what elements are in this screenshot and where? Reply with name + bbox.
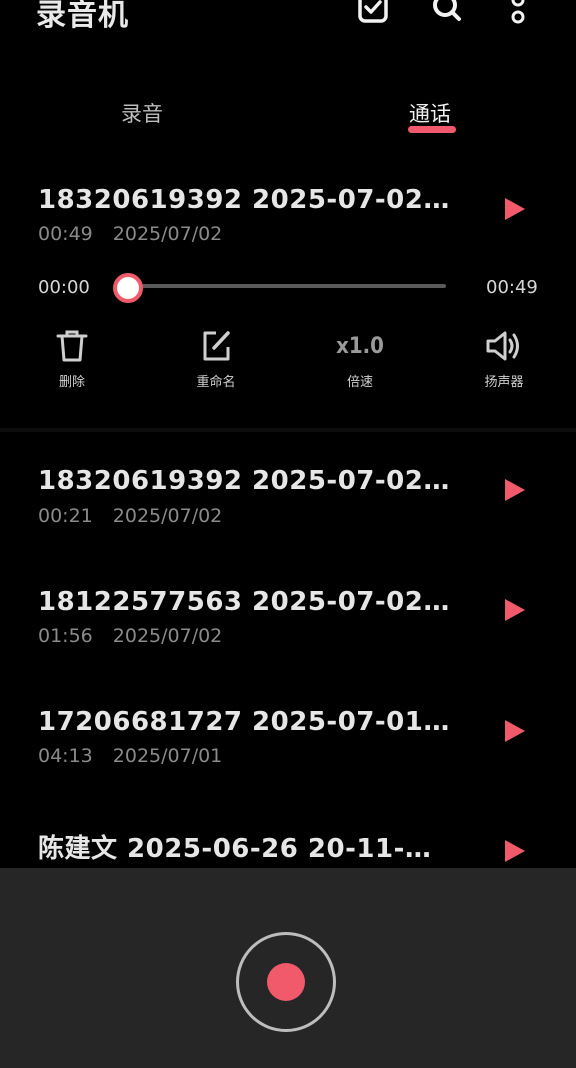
- record-icon: [267, 963, 305, 1001]
- recording-duration: 04:13: [38, 745, 93, 767]
- play-icon[interactable]: [505, 599, 525, 621]
- play-icon[interactable]: [505, 720, 525, 742]
- recording-date: 2025/07/02: [112, 505, 223, 527]
- more-vertical-icon[interactable]: [496, 0, 540, 30]
- speaker-label: 扬声器: [484, 375, 524, 390]
- total-time: 00:49: [486, 277, 538, 298]
- recording-title[interactable]: 陈建文 2025-06-26 20-11-…: [38, 828, 431, 865]
- speaker-button[interactable]: 扬声器: [459, 326, 549, 390]
- recording-date: 2025/07/02: [112, 223, 223, 245]
- recording-meta: 01:56 2025/07/02: [38, 625, 222, 647]
- divider: [0, 428, 576, 432]
- progress-thumb[interactable]: [113, 273, 143, 303]
- recording-date: 2025/07/01: [112, 745, 223, 767]
- speed-icon: x1.0: [315, 326, 405, 366]
- rename-label: 重命名: [196, 375, 236, 390]
- rename-button[interactable]: 重命名: [171, 326, 261, 390]
- trash-icon: [27, 326, 117, 366]
- recording-date: 2025/07/02: [112, 625, 223, 647]
- tab-calls[interactable]: 通话: [409, 98, 451, 128]
- recording-meta: 04:13 2025/07/01: [38, 745, 222, 767]
- recording-duration: 01:56: [38, 625, 93, 647]
- play-icon[interactable]: [505, 840, 525, 862]
- checklist-icon[interactable]: [351, 0, 395, 30]
- speaker-icon: [459, 326, 549, 366]
- progress-track[interactable]: [127, 284, 446, 288]
- delete-label: 删除: [58, 375, 85, 390]
- recording-duration: 00:49: [38, 223, 93, 245]
- record-button[interactable]: [236, 932, 336, 1032]
- delete-button[interactable]: 删除: [27, 326, 117, 390]
- play-icon[interactable]: [505, 479, 525, 501]
- recording-title[interactable]: 18320619392 2025-07-02…: [38, 185, 450, 215]
- speed-button[interactable]: x1.0 倍速: [315, 326, 405, 391]
- recording-meta: 00:49 2025/07/02: [38, 223, 222, 245]
- recording-duration: 00:21: [38, 505, 93, 527]
- app-title: 录音机: [36, 0, 129, 33]
- play-icon[interactable]: [505, 198, 525, 220]
- edit-icon: [171, 326, 261, 366]
- tab-recordings[interactable]: 录音: [121, 98, 163, 128]
- recording-title[interactable]: 18122577563 2025-07-02…: [38, 587, 450, 617]
- speed-label: 倍速: [346, 375, 373, 390]
- active-tab-indicator: [408, 126, 456, 133]
- speed-value: x1.0: [336, 333, 384, 359]
- recording-title[interactable]: 17206681727 2025-07-01…: [38, 707, 450, 737]
- search-icon[interactable]: [425, 0, 469, 30]
- current-time: 00:00: [38, 277, 90, 298]
- recording-meta: 00:21 2025/07/02: [38, 505, 222, 527]
- recording-title[interactable]: 18320619392 2025-07-02…: [38, 466, 450, 496]
